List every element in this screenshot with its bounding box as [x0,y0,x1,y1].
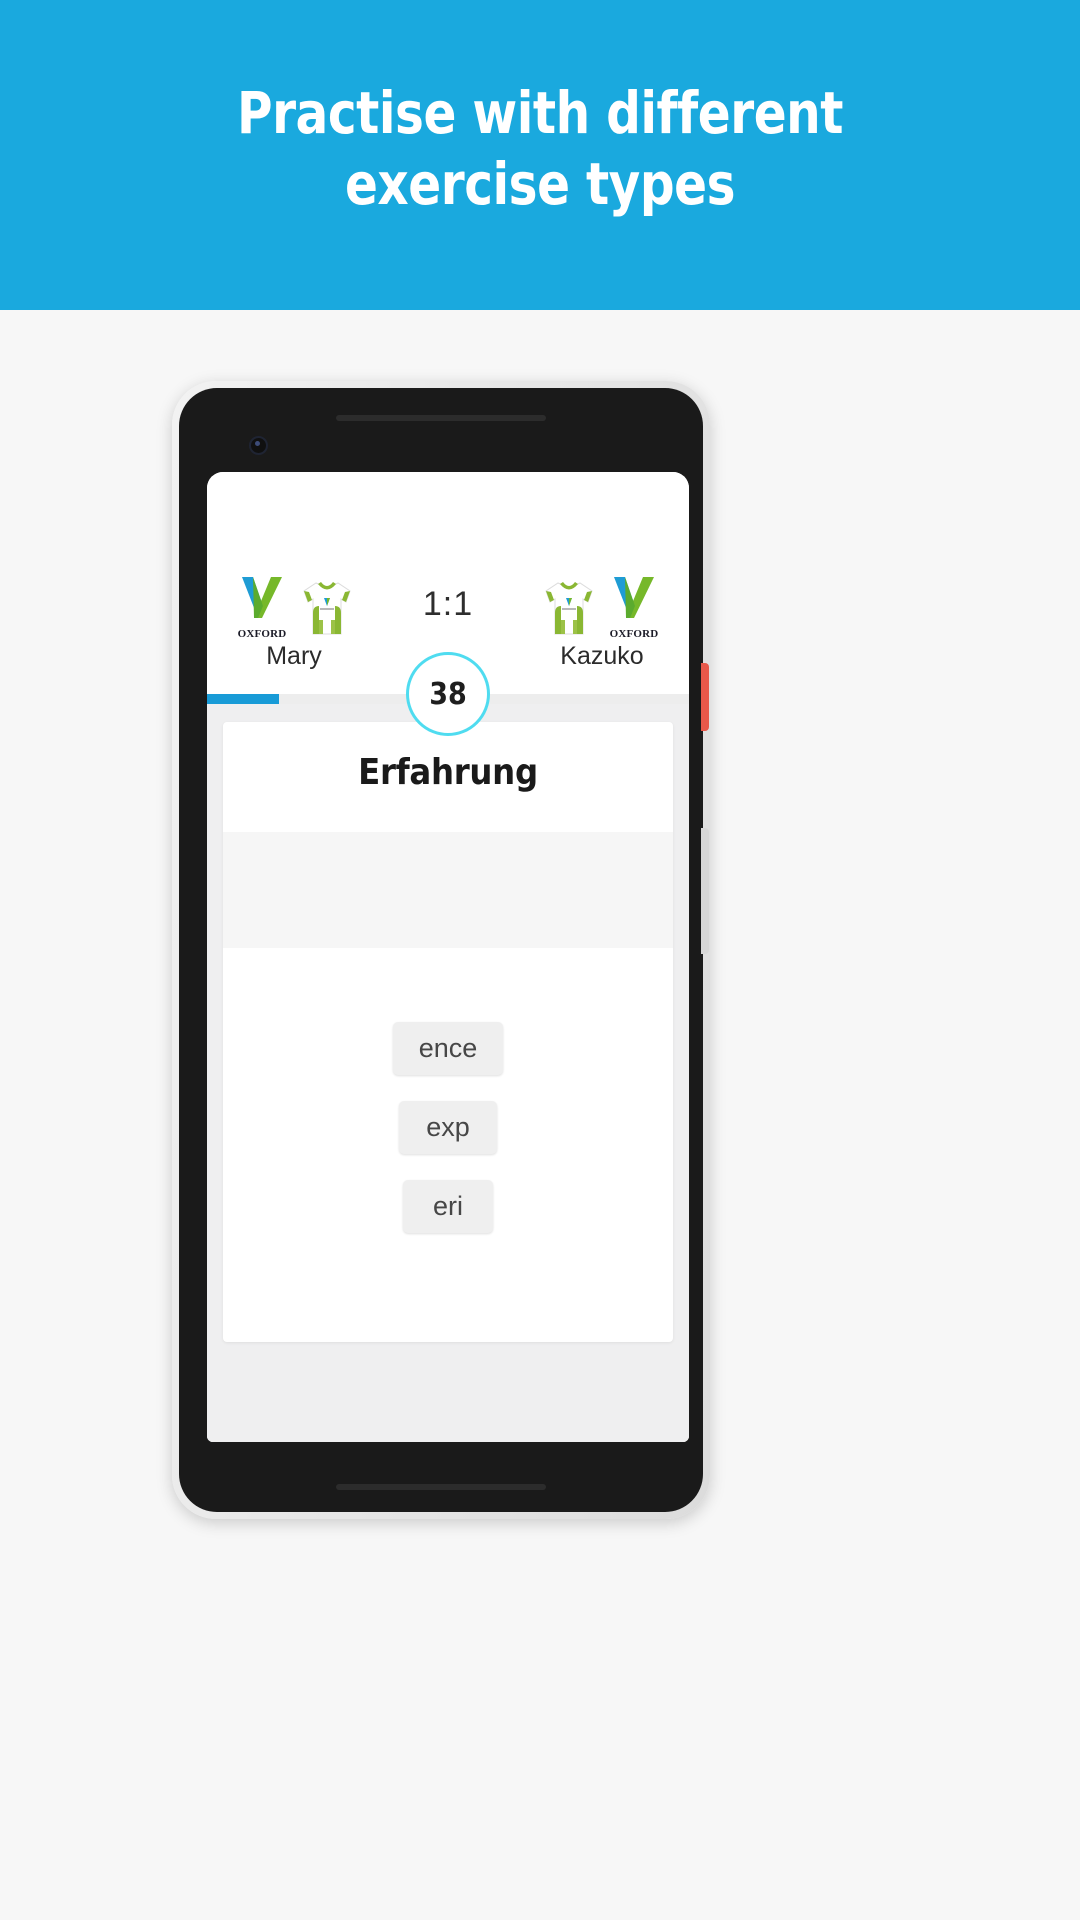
oxford-check-logo-icon: OXFORD [234,574,290,640]
exercise-card: Erfahrung ence exp eri [223,722,673,1342]
answer-tiles: ence exp eri [223,1022,673,1233]
earpiece-speaker-icon [336,415,546,421]
player-left[interactable]: OXFORD [210,574,378,640]
jersey-avatar-icon [545,582,593,635]
countdown-timer: 38 [406,652,490,736]
match-score: 1:1 [422,585,474,623]
answer-tile[interactable]: ence [393,1022,503,1075]
answer-tile[interactable]: eri [403,1180,493,1233]
prompt-word: Erfahrung [358,752,538,793]
oxford-check-svg [242,577,282,618]
screen-bottom-strip [207,1432,689,1442]
answer-tile[interactable]: exp [399,1101,497,1154]
player-left-name: Mary [266,642,322,670]
progress-bar-fill [207,694,280,704]
marketing-banner: Practise with different exercise types [0,0,1080,310]
volume-button[interactable] [701,828,709,954]
jersey-avatar-icon [303,582,351,635]
answer-drop-zone[interactable] [223,832,673,948]
app-screen: OXFORD 1:1 OXFORD Mary Kazuko 38 Erfahru… [207,472,689,1442]
front-camera-icon [249,436,268,455]
player-right[interactable]: OXFORD [518,574,686,640]
countdown-timer-value: 38 [429,676,467,712]
phone-bezel: OXFORD 1:1 OXFORD Mary Kazuko 38 Erfahru… [179,388,709,1512]
oxford-check-svg [614,577,654,618]
bottom-speaker-icon [336,1484,546,1490]
oxford-wordmark: OXFORD [609,628,659,640]
banner-headline: Practise with different exercise types [236,79,844,218]
player-right-name: Kazuko [560,642,644,670]
oxford-wordmark: OXFORD [237,628,287,640]
oxford-check-logo-icon: OXFORD [606,574,662,640]
phone-mockup: OXFORD 1:1 OXFORD Mary Kazuko 38 Erfahru… [172,381,710,1519]
exercise-area: Erfahrung ence exp eri [207,704,689,1442]
screenshot-root: Practise with different exercise types O… [0,0,1080,1920]
players-row: OXFORD 1:1 OXFORD [207,564,689,640]
power-button[interactable] [701,663,709,731]
